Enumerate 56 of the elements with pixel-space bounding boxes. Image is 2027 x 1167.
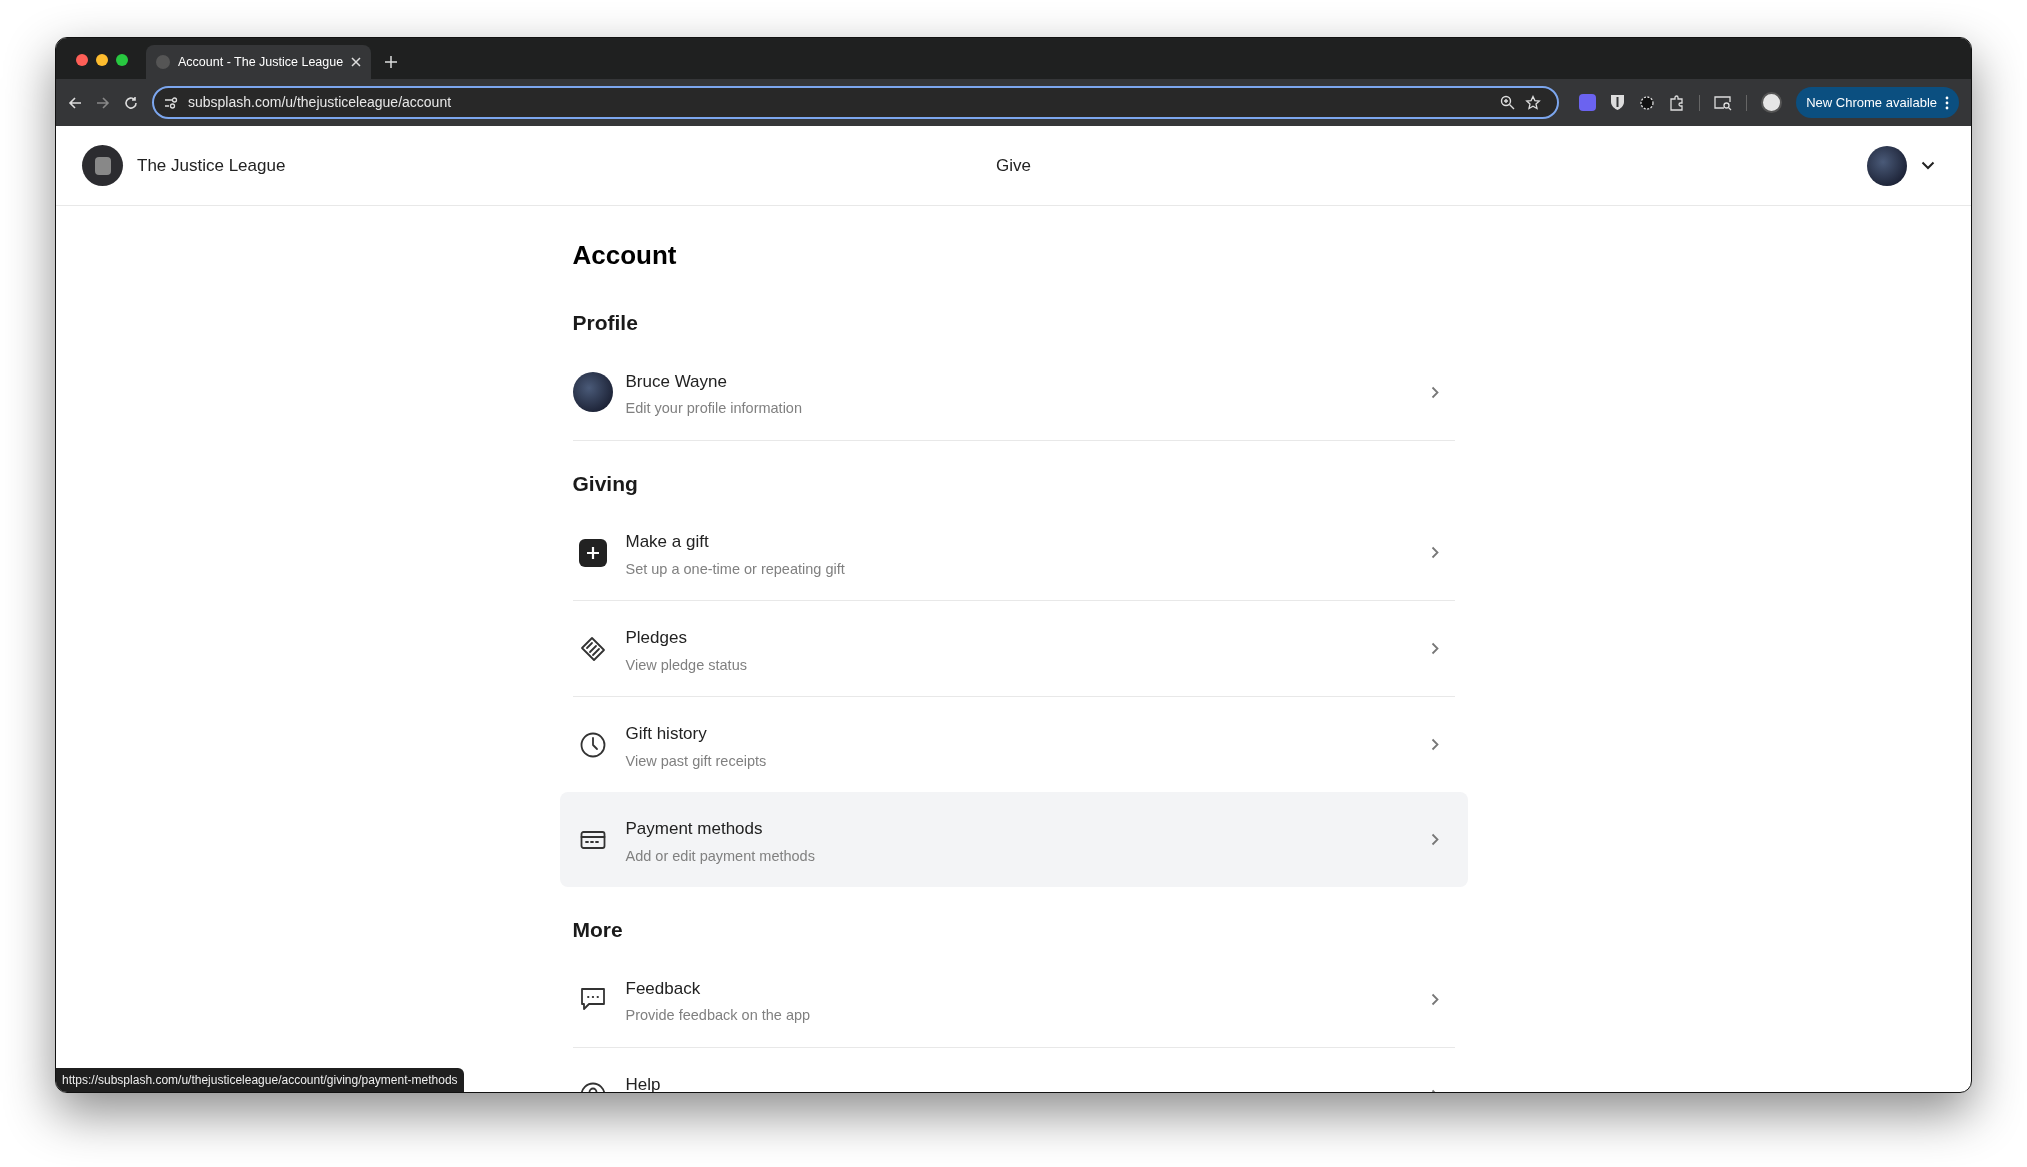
close-tab-icon[interactable] — [351, 57, 361, 67]
section-heading: Profile — [572, 310, 639, 336]
item-description: Set up a one-time or repeating gift — [625, 559, 845, 579]
forward-icon[interactable] — [96, 95, 110, 110]
chat-bubble-icon — [579, 986, 606, 1012]
plus-icon — [578, 538, 607, 567]
item-title: Make a gift — [625, 531, 710, 553]
minimize-window-button[interactable] — [96, 53, 108, 66]
site-name[interactable]: The Justice League — [137, 152, 286, 179]
status-url-tooltip: https://subsplash.com/u/thejusticeleague/account/giving/payment-methods — [56, 1068, 464, 1092]
user-avatar — [572, 372, 613, 412]
new-tab-icon[interactable] — [385, 56, 397, 68]
account-menu-item[interactable]: Payment methods Add or edit payment methods — [559, 792, 1468, 887]
section-heading: Giving — [572, 470, 639, 497]
give-link[interactable]: Give — [996, 152, 1031, 179]
item-title: Feedback — [625, 977, 702, 1000]
item-description: Provide feedback on the app — [625, 1006, 811, 1025]
reload-icon[interactable] — [124, 95, 138, 110]
account-menu-item[interactable]: Bruce Wayne Edit your profile information — [572, 344, 1455, 440]
bookmark-star-icon[interactable] — [1525, 94, 1542, 111]
close-window-button[interactable] — [76, 53, 88, 66]
account-menu-item[interactable]: Feedback Provide feedback on the app — [572, 951, 1455, 1047]
tab-title: Account - The Justice League — [178, 53, 343, 71]
item-title: Bruce Wayne — [625, 370, 728, 393]
tab-search-icon[interactable] — [1714, 94, 1733, 111]
user-avatar[interactable] — [1867, 145, 1907, 186]
site-logo[interactable] — [82, 145, 123, 186]
puzzle-piece-icon[interactable] — [1669, 94, 1686, 111]
chevron-down-icon[interactable] — [1921, 161, 1935, 170]
more-options-icon — [1945, 95, 1949, 110]
item-description: View past gift receipts — [625, 751, 767, 771]
site-favicon-icon — [156, 55, 170, 69]
item-title: Gift history — [625, 723, 708, 745]
url-text: subsplash.com/u/thejusticeleague/account — [188, 93, 453, 112]
update-chrome-button[interactable]: New Chrome available — [1796, 87, 1959, 118]
item-description: View pledge status — [625, 655, 747, 675]
extension-icon[interactable] — [1579, 94, 1597, 111]
shield-icon[interactable] — [1610, 94, 1626, 111]
site-settings-icon[interactable] — [164, 96, 178, 109]
item-description: Add or edit payment methods — [625, 846, 815, 866]
profile-avatar[interactable] — [1761, 92, 1783, 113]
account-menu-item[interactable]: Make a gift Set up a one-time or repeating gift — [572, 505, 1455, 600]
item-description: Edit your profile information — [625, 399, 802, 418]
account-menu-item[interactable]: Gift history View past gift receipts — [572, 697, 1455, 792]
zoom-window-button[interactable] — [116, 53, 128, 66]
account-menu-item[interactable]: Pledges View pledge status — [572, 601, 1455, 696]
clock-icon — [578, 730, 607, 759]
back-icon[interactable] — [68, 95, 82, 110]
browser-tab[interactable]: Account - The Justice League — [146, 45, 371, 79]
item-title: Payment methods — [625, 818, 764, 840]
page-title: Account — [572, 239, 678, 272]
address-bar[interactable]: subsplash.com/u/thejusticeleague/account — [152, 86, 1560, 119]
item-title: Pledges — [625, 627, 688, 649]
zoom-icon[interactable] — [1500, 95, 1516, 110]
credit-card-icon — [579, 829, 606, 850]
section-heading: More — [572, 917, 624, 943]
